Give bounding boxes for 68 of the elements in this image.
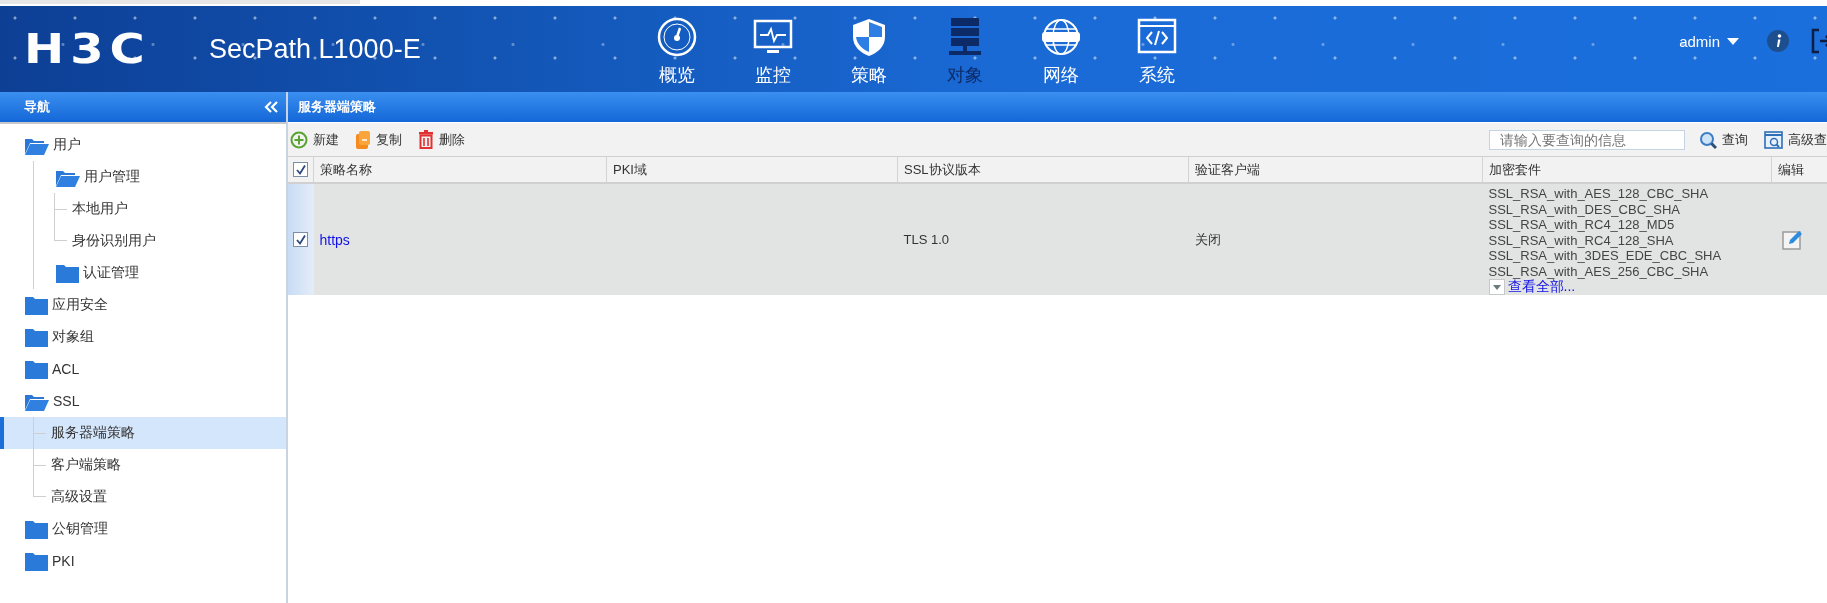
tree-item[interactable]: SSL [0, 385, 286, 417]
cipher-suite: SSL_RSA_with_AES_256_CBC_SHA [1488, 263, 1710, 279]
menu-item[interactable]: 策略 [839, 11, 899, 87]
menu-item[interactable]: 网络 [1031, 11, 1091, 87]
trash-icon [418, 130, 434, 149]
caret-icon [1727, 37, 1739, 45]
user-menu[interactable]: admin [1679, 32, 1739, 50]
folder-icon[interactable] [24, 359, 49, 379]
search-window-icon [1764, 130, 1783, 149]
folder-icon[interactable] [24, 551, 49, 571]
search-icon [1699, 130, 1717, 149]
info-icon[interactable] [1767, 30, 1789, 52]
search-field[interactable]: 请输入要查询的信息 [1489, 129, 1685, 150]
tree-item[interactable]: 客户端策略 [0, 449, 286, 481]
table-cell: 关闭 [1194, 231, 1221, 247]
toolbar-button[interactable]: 删除 [410, 130, 473, 149]
column-header[interactable]: 验证客户端 [1195, 161, 1260, 177]
tree-item[interactable]: 本地用户 [0, 193, 286, 225]
cipher-suite: SSL_RSA_with_3DES_EDE_CBC_SHA [1488, 248, 1723, 264]
add-icon [290, 130, 308, 149]
table-cell: TLS 1.0 [903, 232, 950, 247]
cipher-suite: SSL_RSA_with_RC4_128_MD5 [1488, 217, 1676, 233]
logout-icon[interactable] [1811, 28, 1827, 54]
product-name: SecPath L1000-E [209, 33, 422, 65]
folder-icon[interactable] [24, 295, 49, 315]
tree-item[interactable]: 公钥管理 [0, 513, 286, 545]
globe-icon [1041, 17, 1081, 57]
check-icon [294, 234, 307, 245]
tree-item[interactable]: ACL [0, 353, 286, 385]
sidebar-title: 导航 [24, 98, 50, 116]
column-header[interactable]: SSL协议版本 [904, 161, 981, 177]
advanced-search-button[interactable]: 高级查 [1756, 130, 1827, 149]
folder-icon[interactable] [55, 263, 80, 283]
folder-icon[interactable] [24, 327, 49, 347]
toolbar-button[interactable]: 新建 [288, 130, 347, 149]
dropdown-icon[interactable] [1488, 279, 1505, 295]
tree-item[interactable]: 服务器端策略 [0, 417, 286, 449]
panel-title: 服务器端策略 [298, 98, 376, 116]
menu-item[interactable]: 监控 [743, 11, 803, 87]
folder-icon[interactable] [24, 519, 49, 539]
column-header[interactable]: PKI域 [613, 161, 647, 177]
checkbox[interactable] [293, 232, 308, 247]
tree-item[interactable]: 高级设置 [0, 481, 286, 513]
check-icon [294, 164, 307, 175]
tree-item[interactable]: 身份识别用户 [0, 225, 286, 257]
tree-item[interactable]: 用户管理 [0, 161, 286, 193]
tree-item[interactable]: 应用安全 [0, 289, 286, 321]
cipher-suite: SSL_RSA_with_AES_128_CBC_SHA [1488, 186, 1710, 202]
gauge-icon [657, 17, 697, 57]
column-header[interactable]: 加密套件 [1489, 161, 1541, 177]
tree-item[interactable]: 认证管理 [0, 257, 286, 289]
logo: H3C [24, 25, 152, 73]
policy-link[interactable]: https [319, 231, 350, 248]
edit-icon[interactable] [1781, 229, 1803, 250]
toolbar-button[interactable]: 复制 [347, 130, 410, 149]
collapse-icon[interactable] [264, 101, 278, 113]
copy-icon [355, 130, 371, 149]
checkbox[interactable] [293, 162, 308, 177]
cipher-suite: SSL_RSA_with_DES_CBC_SHA [1488, 201, 1681, 217]
column-header[interactable]: 策略名称 [320, 161, 372, 177]
menu-item[interactable]: 系统 [1127, 11, 1187, 87]
cipher-suite: SSL_RSA_with_RC4_128_SHA [1488, 232, 1675, 248]
view-all-link[interactable]: 查看全部... [1507, 279, 1576, 295]
tree-item[interactable]: 对象组 [0, 321, 286, 353]
tree-item[interactable]: 用户 [0, 129, 286, 161]
search-button[interactable]: 查询 [1691, 130, 1756, 149]
tree-item[interactable]: PKI [0, 545, 286, 577]
menu-item[interactable]: 概览 [647, 11, 707, 87]
